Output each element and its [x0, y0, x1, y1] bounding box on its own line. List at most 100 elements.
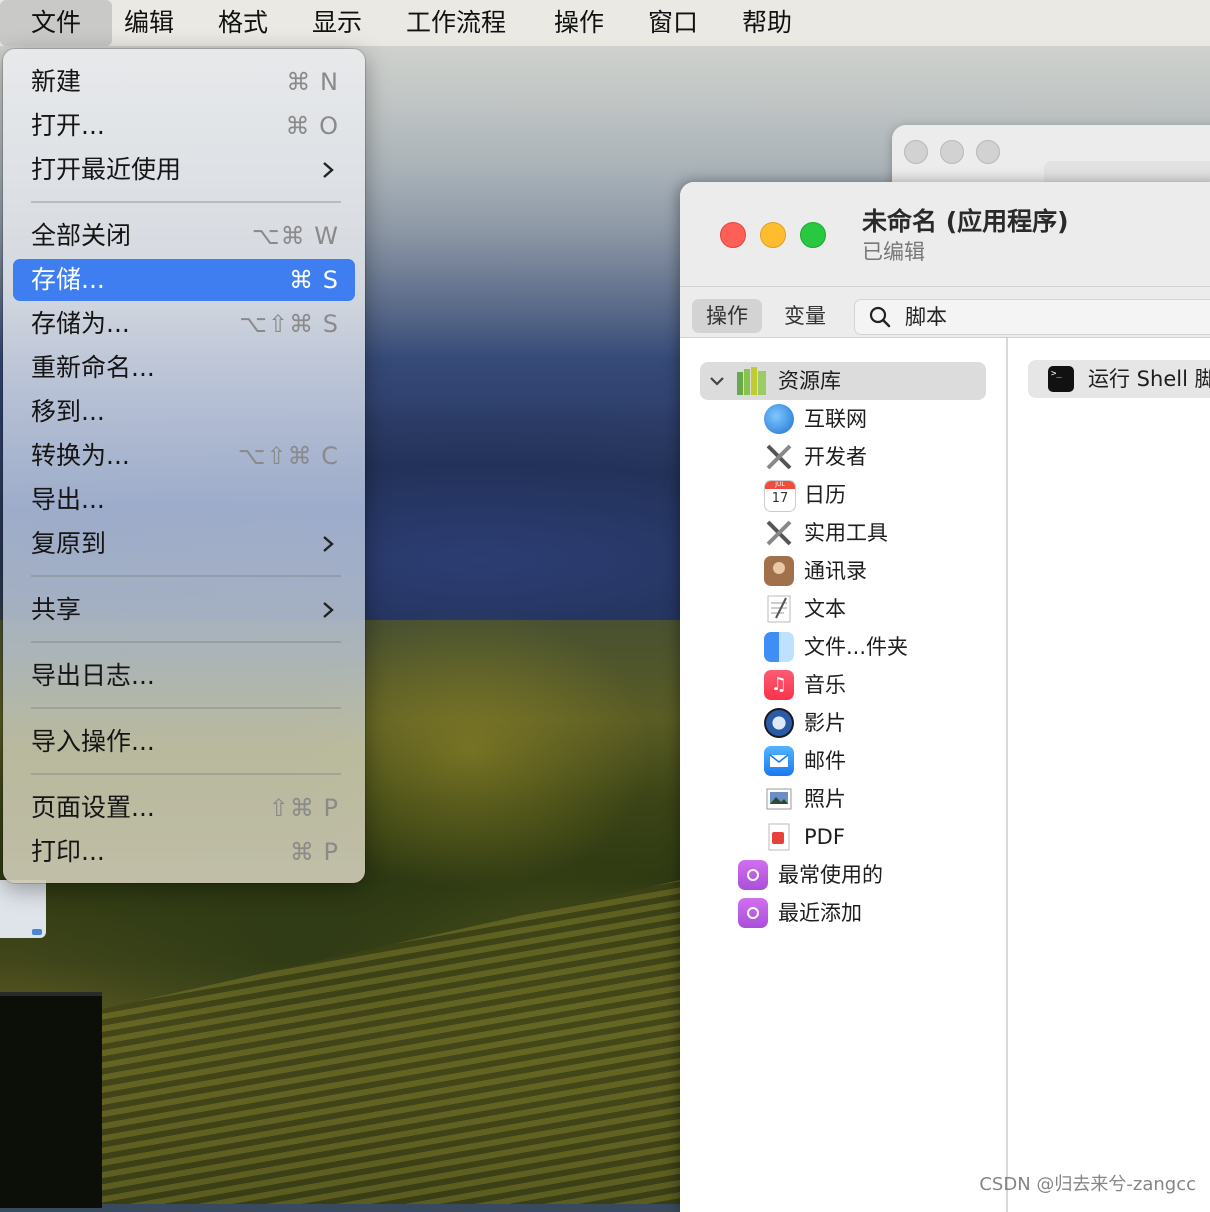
- library-item-text[interactable]: 文本: [764, 590, 1004, 628]
- library-group-most-used[interactable]: 最常使用的: [738, 856, 978, 894]
- library-item-music[interactable]: ♫ 音乐: [764, 666, 1004, 704]
- minimize-button-inactive[interactable]: [940, 140, 964, 164]
- window-title: 未命名 (应用程序): [862, 207, 1069, 236]
- menu-item-shortcut: ⌥⌘ W: [251, 222, 339, 250]
- menu-item-label: 重新命名...: [31, 353, 155, 382]
- background-window-fragment[interactable]: [0, 880, 46, 938]
- library-label: 资源库: [778, 369, 841, 393]
- chevron-right-icon: [323, 162, 334, 178]
- menu-file[interactable]: 文件: [0, 0, 112, 46]
- menu-item-export-log[interactable]: 导出日志...: [13, 655, 355, 697]
- menu-item-convert-to[interactable]: 转换为... ⌥⇧⌘ C: [13, 435, 355, 477]
- menu-item-label: 打开...: [31, 111, 105, 140]
- menu-item-rename[interactable]: 重新命名...: [13, 347, 355, 389]
- search-icon: [869, 306, 891, 328]
- action-run-shell-script[interactable]: 运行 Shell 脚: [1028, 360, 1210, 398]
- library-item-label: 照片: [804, 787, 846, 811]
- menu-workflow[interactable]: 工作流程: [406, 0, 516, 46]
- library-item-utilities[interactable]: 实用工具: [764, 514, 1004, 552]
- menu-item-import-actions[interactable]: 导入操作...: [13, 721, 355, 763]
- menu-item-label: 存储为...: [31, 309, 130, 338]
- close-button-inactive[interactable]: [904, 140, 928, 164]
- library-item-photos[interactable]: 照片: [764, 780, 1004, 818]
- menu-item-share[interactable]: 共享: [13, 589, 355, 631]
- menu-item-label: 导出日志...: [31, 661, 155, 690]
- menu-item-open[interactable]: 打开... ⌘ O: [13, 105, 355, 147]
- menu-actions[interactable]: 操作: [554, 0, 610, 46]
- mail-icon: [764, 746, 794, 776]
- library-item-calendar[interactable]: JUL 17 日历: [764, 476, 1004, 514]
- library-group-label: 最常使用的: [778, 863, 883, 887]
- movie-icon: [764, 708, 794, 738]
- menu-item-label: 复原到: [31, 529, 107, 558]
- menu-item-open-recent[interactable]: 打开最近使用: [13, 149, 355, 191]
- menu-item-label: 页面设置...: [31, 793, 155, 822]
- library-item-files-folders[interactable]: 文件...件夹: [764, 628, 1004, 666]
- calendar-icon: JUL 17: [764, 480, 796, 512]
- library-item-label: 文本: [804, 597, 846, 621]
- chevron-right-icon: [323, 602, 334, 618]
- minimize-button[interactable]: [760, 222, 786, 248]
- library-group-recently-added[interactable]: 最近添加: [738, 894, 978, 932]
- library-header[interactable]: 资源库: [700, 362, 986, 400]
- library-item-mail[interactable]: 邮件: [764, 742, 1004, 780]
- menu-item-label: 打开最近使用: [31, 155, 182, 184]
- menu-item-new[interactable]: 新建 ⌘ N: [13, 61, 355, 103]
- menu-item-revert-to[interactable]: 复原到: [13, 523, 355, 565]
- zoom-button[interactable]: [800, 222, 826, 248]
- search-value: 脚本: [905, 305, 947, 329]
- menu-item-shortcut: ⇧⌘ P: [268, 794, 339, 822]
- menu-item-shortcut: ⌥⇧⌘ S: [239, 310, 339, 338]
- zoom-button-inactive[interactable]: [976, 140, 1000, 164]
- menu-item-save[interactable]: 存储... ⌘ S: [13, 259, 355, 301]
- calendar-day: 17: [771, 491, 789, 506]
- action-label: 运行 Shell 脚: [1088, 367, 1210, 391]
- menu-format[interactable]: 格式: [218, 0, 274, 46]
- menu-item-close-all[interactable]: 全部关闭 ⌥⌘ W: [13, 215, 355, 257]
- menu-item-label: 共享: [31, 595, 82, 624]
- library-group-label: 最近添加: [778, 901, 862, 925]
- library-item-label: 日历: [804, 483, 846, 507]
- tab-actions[interactable]: 操作: [692, 299, 762, 333]
- library-item-pdf[interactable]: PDF: [764, 818, 1004, 856]
- background-dark-window[interactable]: [0, 992, 102, 1208]
- menu-item-label: 打印...: [31, 837, 105, 866]
- close-button[interactable]: [720, 222, 746, 248]
- menu-item-shortcut: ⌘ S: [289, 266, 339, 294]
- menu-item-page-setup[interactable]: 页面设置... ⇧⌘ P: [13, 787, 355, 829]
- chevron-right-icon: [323, 536, 334, 552]
- library-item-movies[interactable]: 影片: [764, 704, 1004, 742]
- menu-separator: [31, 773, 341, 775]
- chevron-down-icon[interactable]: [708, 372, 726, 390]
- library-item-label: 音乐: [804, 673, 846, 697]
- menu-view[interactable]: 显示: [312, 0, 368, 46]
- menu-separator: [31, 641, 341, 643]
- library-item-label: 开发者: [804, 445, 867, 469]
- menu-item-save-as[interactable]: 存储为... ⌥⇧⌘ S: [13, 303, 355, 345]
- menu-edit[interactable]: 编辑: [124, 0, 180, 46]
- library-item-label: 文件...件夹: [804, 635, 909, 659]
- action-list: 运行 Shell 脚: [1008, 338, 1210, 1212]
- smart-folder-icon: [738, 860, 768, 890]
- library-item-developer[interactable]: 开发者: [764, 438, 1004, 476]
- menu-item-shortcut: ⌥⇧⌘ C: [237, 442, 339, 470]
- menu-item-label: 转换为...: [31, 441, 130, 470]
- library-item-contacts[interactable]: 通讯录: [764, 552, 1004, 590]
- menu-item-move-to[interactable]: 移到...: [13, 391, 355, 433]
- menu-item-export[interactable]: 导出...: [13, 479, 355, 521]
- menu-item-label: 新建: [31, 67, 82, 96]
- library-item-internet[interactable]: 互联网: [764, 400, 1004, 438]
- library-icon: [737, 367, 766, 395]
- menu-help[interactable]: 帮助: [742, 0, 798, 46]
- search-input[interactable]: 脚本: [854, 299, 1210, 335]
- pdf-icon: [768, 823, 790, 851]
- library-item-label: 通讯录: [804, 559, 867, 583]
- menu-item-shortcut: ⌘ N: [286, 68, 339, 96]
- tab-variables[interactable]: 变量: [770, 299, 840, 333]
- menu-item-print[interactable]: 打印... ⌘ P: [13, 831, 355, 873]
- title-bar: 未命名 (应用程序) 已编辑: [680, 182, 1210, 287]
- watermark: CSDN @归去来兮-zangcc: [979, 1174, 1196, 1195]
- menu-window[interactable]: 窗口: [648, 0, 704, 46]
- globe-icon: [764, 404, 794, 434]
- menu-item-shortcut: ⌘ P: [289, 838, 339, 866]
